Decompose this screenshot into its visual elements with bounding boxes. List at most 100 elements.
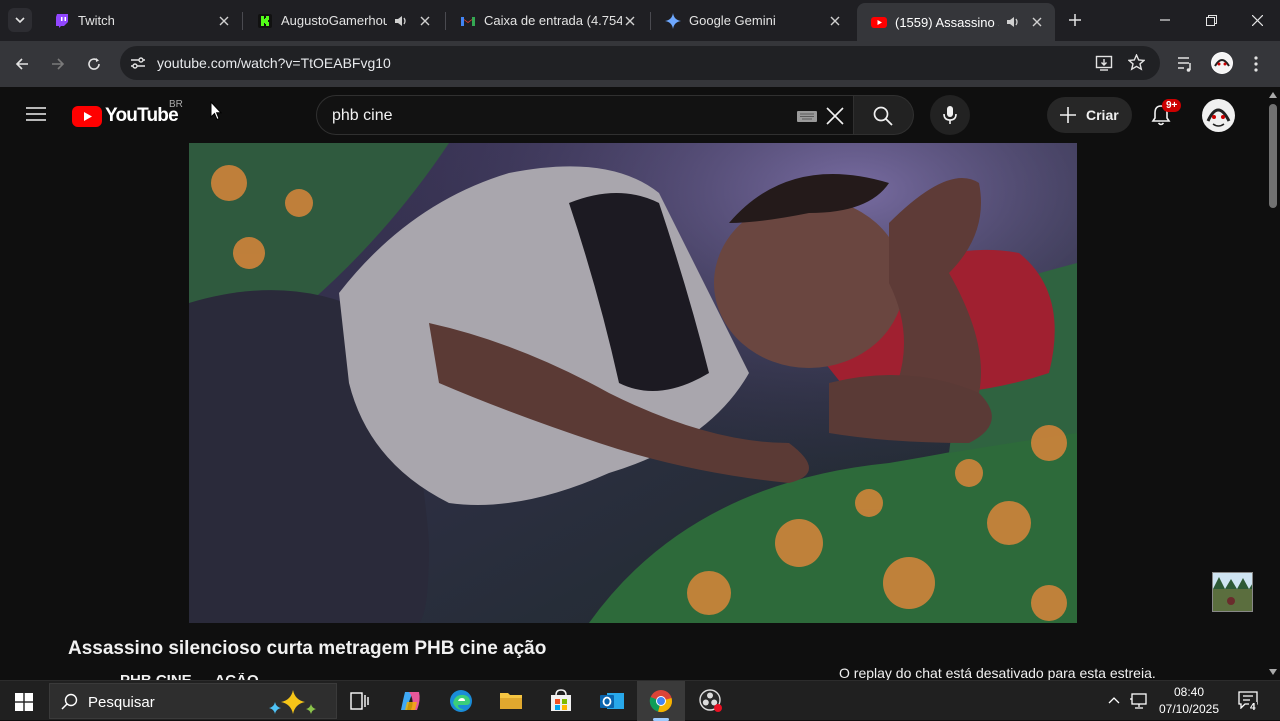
video-frame — [189, 143, 1077, 623]
country-code: BR — [169, 99, 183, 110]
site-info-icon[interactable] — [130, 56, 146, 70]
show-hidden-icons-chevron-icon[interactable] — [1108, 696, 1120, 704]
search-button[interactable] — [854, 95, 914, 135]
install-app-icon[interactable] — [1095, 54, 1113, 72]
close-icon — [1251, 14, 1263, 26]
reload-button[interactable] — [82, 52, 106, 76]
close-tab-icon[interactable] — [417, 13, 433, 29]
system-clock[interactable]: 08:40 07/10/2025 — [1152, 684, 1226, 718]
profile-avatar-icon[interactable] — [1211, 52, 1233, 74]
tab-search-button[interactable] — [8, 8, 32, 32]
arrow-left-icon — [15, 57, 29, 71]
minimize-icon — [1160, 15, 1170, 25]
tab-title: AugustoGamerhouse — [281, 13, 387, 28]
more-options-icon[interactable] — [1253, 55, 1259, 73]
video-title: Assassino silencioso curta metragem PHB … — [68, 638, 547, 659]
file-explorer-icon[interactable] — [499, 690, 523, 711]
close-tab-icon[interactable] — [622, 13, 638, 29]
chevron-down-icon — [15, 15, 25, 25]
task-view-icon[interactable] — [350, 692, 370, 710]
microphone-icon — [943, 105, 957, 125]
mini-thumbnail[interactable] — [1212, 572, 1253, 612]
reload-icon — [87, 57, 101, 71]
search-icon — [873, 106, 893, 126]
notification-center-button[interactable]: 4 — [1236, 689, 1262, 715]
tab-title: Caixa de entrada (4.754) — [484, 13, 622, 28]
tab-twitch[interactable]: Twitch — [40, 0, 242, 41]
create-label: Criar — [1086, 107, 1119, 123]
taskbar-search-box[interactable]: Pesquisar — [49, 683, 337, 719]
kick-icon — [257, 13, 273, 29]
speaker-icon[interactable] — [1005, 14, 1021, 30]
taskbar-search-placeholder: Pesquisar — [88, 694, 155, 711]
windows-taskbar: Pesquisar 08:40 07/10/2025 4 — [0, 680, 1280, 721]
chrome-icon — [649, 689, 673, 713]
youtube-masthead: YouTube BR phb cine Criar 9+ — [0, 87, 1280, 143]
scroll-down-arrow-icon[interactable] — [1269, 669, 1277, 675]
channel-name-partial[interactable]: PHB CINE — AÇÃO — [120, 673, 259, 680]
tab-title: (1559) Assassino silencioso — [895, 14, 999, 30]
edge-browser-icon[interactable] — [449, 689, 473, 713]
chat-replay-notice: O replay do chat está desativado para es… — [839, 665, 1156, 681]
clock-time: 08:40 — [1173, 685, 1205, 699]
search-input[interactable]: phb cine — [316, 95, 854, 135]
tab-title: Google Gemini — [689, 13, 776, 28]
microsoft-store-icon[interactable] — [550, 689, 572, 713]
notification-count: 4 — [1249, 702, 1257, 713]
url-text: youtube.com/watch?v=TtOEABFvg10 — [157, 55, 391, 71]
outlook-icon[interactable] — [599, 689, 625, 713]
youtube-icon — [871, 14, 887, 30]
clear-search-icon[interactable] — [826, 107, 844, 125]
restore-button[interactable] — [1191, 0, 1231, 40]
close-tab-icon[interactable] — [827, 13, 843, 29]
clock-date: 07/10/2025 — [1158, 702, 1220, 716]
search-query: phb cine — [332, 107, 393, 124]
tab-gemini[interactable]: Google Gemini — [651, 0, 853, 41]
scrollbar-thumb[interactable] — [1269, 104, 1277, 208]
gmail-icon — [460, 13, 476, 29]
voice-search-button[interactable] — [930, 95, 970, 135]
copilot-icon[interactable] — [399, 690, 423, 712]
plus-icon — [1059, 106, 1077, 124]
scroll-up-arrow-icon[interactable] — [1269, 92, 1277, 98]
twitch-icon — [54, 13, 70, 29]
tab-gmail[interactable]: Caixa de entrada (4.754) — [446, 0, 648, 41]
minimize-button[interactable] — [1145, 0, 1185, 40]
media-control-icon[interactable] — [1177, 55, 1195, 73]
copilot-sparkle-icon — [265, 688, 325, 716]
close-tab-icon[interactable] — [216, 13, 232, 29]
video-player[interactable] — [189, 143, 1077, 623]
avatar[interactable] — [1202, 99, 1235, 132]
page-scrollbar[interactable] — [1266, 88, 1280, 680]
bookmark-star-icon[interactable] — [1128, 54, 1145, 71]
obs-recording-icon[interactable] — [699, 689, 723, 713]
browser-tab-strip: Twitch AugustoGamerhouse Caixa de entrad… — [0, 0, 1280, 41]
windows-start-icon[interactable] — [15, 693, 33, 711]
youtube-logo[interactable]: YouTube BR — [72, 99, 183, 128]
tab-title: Twitch — [78, 13, 115, 28]
search-icon — [61, 693, 79, 711]
plus-icon — [1069, 14, 1081, 26]
back-button[interactable] — [10, 52, 34, 76]
mouse-cursor-icon — [210, 101, 222, 121]
close-tab-icon[interactable] — [1029, 14, 1045, 30]
forward-button[interactable] — [46, 52, 70, 76]
tab-kick[interactable]: AugustoGamerhouse — [243, 0, 443, 41]
youtube-play-icon — [72, 105, 102, 127]
speaker-icon[interactable] — [393, 13, 409, 29]
chrome-taskbar-button[interactable] — [637, 681, 685, 721]
restore-icon — [1205, 14, 1217, 26]
hamburger-menu-icon[interactable] — [26, 106, 46, 122]
arrow-right-icon — [51, 57, 65, 71]
address-bar[interactable]: youtube.com/watch?v=TtOEABFvg10 — [120, 46, 1160, 80]
notifications-button[interactable]: 9+ — [1146, 99, 1182, 131]
network-icon[interactable] — [1130, 693, 1148, 709]
new-tab-button[interactable] — [1065, 10, 1085, 30]
create-button[interactable]: Criar — [1047, 97, 1132, 133]
gemini-icon — [665, 12, 681, 29]
close-window-button[interactable] — [1237, 0, 1277, 40]
tab-youtube[interactable]: (1559) Assassino silencioso — [857, 3, 1055, 41]
keyboard-icon[interactable] — [797, 111, 817, 122]
browser-toolbar: youtube.com/watch?v=TtOEABFvg10 — [0, 41, 1280, 87]
youtube-logo-text: YouTube — [105, 105, 179, 126]
